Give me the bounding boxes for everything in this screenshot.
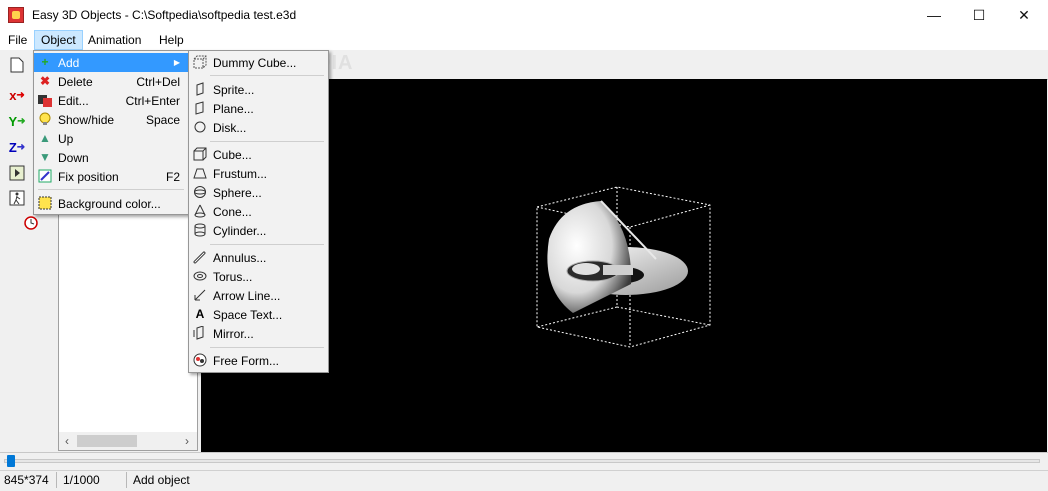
axis-z-label: Z: [8, 139, 17, 155]
background-color-icon: [38, 196, 52, 210]
axis-x-button[interactable]: x ➜: [8, 86, 26, 104]
status-separator: [56, 472, 57, 488]
menu-item-edit[interactable]: Edit... Ctrl+Enter: [34, 91, 188, 110]
frustum-icon: [193, 166, 207, 180]
submenu-item-dummy-cube[interactable]: Dummy Cube...: [189, 53, 328, 72]
submenu-item-plane[interactable]: Plane...: [189, 99, 328, 118]
menu-item-add[interactable]: + Add ▶: [34, 53, 188, 72]
left-toolbar: [0, 51, 34, 451]
timer-button[interactable]: [22, 214, 40, 232]
submenu-item-free-form[interactable]: Free Form...: [189, 351, 328, 370]
menu-item-up[interactable]: ▲ Up: [34, 129, 188, 148]
document-icon: [10, 57, 24, 73]
status-message: Add object: [133, 473, 190, 487]
submenu-item-cone[interactable]: Cone...: [189, 202, 328, 221]
menu-item-fix-position[interactable]: Fix position F2: [34, 167, 188, 186]
menu-file[interactable]: File: [2, 30, 33, 50]
timeline-slider-thumb[interactable]: [7, 455, 15, 467]
menu-separator: [38, 189, 184, 190]
edit-icon: [38, 93, 52, 107]
status-separator: [126, 472, 127, 488]
submenu-item-mirror[interactable]: Mirror...: [189, 324, 328, 343]
clock-icon: [24, 216, 38, 230]
maximize-button[interactable]: ☐: [956, 0, 1002, 30]
plane-icon: [193, 101, 207, 115]
submenu-arrow-icon: ▶: [173, 58, 180, 67]
disk-icon: [193, 120, 207, 134]
submenu-item-cylinder[interactable]: Cylinder...: [189, 221, 328, 240]
submenu-separator: [210, 141, 324, 142]
status-dimensions: 845*374: [4, 473, 49, 487]
window-title: Easy 3D Objects - C:\Softpedia\softpedia…: [32, 8, 297, 22]
menu-item-background-color[interactable]: Background color...: [34, 194, 188, 213]
app-icon: [8, 7, 24, 23]
walker-icon: [9, 190, 25, 206]
cylinder-shape: [603, 265, 633, 275]
space-text-icon: A: [195, 307, 205, 321]
submenu-separator: [210, 75, 324, 76]
minimize-button[interactable]: —: [911, 0, 957, 30]
scroll-thumb[interactable]: [77, 435, 137, 447]
menu-item-delete[interactable]: ✖ Delete Ctrl+Del: [34, 72, 188, 91]
submenu-item-frustum[interactable]: Frustum...: [189, 164, 328, 183]
delete-icon: ✖: [39, 74, 51, 88]
cone-shape: [547, 201, 632, 313]
submenu-item-sprite[interactable]: Sprite...: [189, 80, 328, 99]
scroll-right-icon[interactable]: ›: [185, 434, 189, 448]
axis-y-button[interactable]: Y ➜: [8, 112, 26, 130]
scroll-left-icon[interactable]: ‹: [65, 434, 69, 448]
arrow-up-icon: ▲: [39, 131, 51, 145]
new-document-button[interactable]: [8, 56, 26, 74]
arrow-down-icon: ▼: [39, 150, 51, 164]
torus-highlight: [572, 263, 600, 275]
play-icon: [9, 165, 25, 181]
submenu-item-sphere[interactable]: Sphere...: [189, 183, 328, 202]
play-button[interactable]: [8, 164, 26, 182]
mirror-icon: [193, 326, 207, 340]
menu-object[interactable]: Object: [34, 30, 83, 50]
fix-position-icon: [38, 169, 52, 183]
walk-button[interactable]: [8, 189, 26, 207]
close-button[interactable]: ✕: [1001, 0, 1047, 30]
submenu-item-disk[interactable]: Disk...: [189, 118, 328, 137]
submenu-item-cube[interactable]: Cube...: [189, 145, 328, 164]
menu-item-down[interactable]: ▼ Down: [34, 148, 188, 167]
axis-y-label: Y: [8, 113, 18, 129]
submenu-item-arrow-line[interactable]: Arrow Line...: [189, 286, 328, 305]
menu-item-show-hide[interactable]: Show/hide Space: [34, 110, 188, 129]
axis-z-button[interactable]: Z ➜: [8, 138, 26, 156]
submenu-item-torus[interactable]: Torus...: [189, 267, 328, 286]
submenu-item-space-text[interactable]: A Space Text...: [189, 305, 328, 324]
cube-icon: [193, 147, 207, 161]
dummy-cube-icon: [193, 55, 207, 69]
arrow-line-icon: [193, 288, 207, 302]
sprite-icon: [193, 82, 207, 96]
timeline-track[interactable]: [4, 459, 1040, 463]
menu-animation[interactable]: Animation: [82, 30, 147, 50]
tree-horizontal-scrollbar[interactable]: ‹ ›: [59, 432, 197, 450]
sphere-icon: [193, 185, 207, 199]
bulb-icon: [38, 112, 52, 126]
torus-icon: [193, 269, 207, 283]
free-form-icon: [193, 353, 207, 367]
cone-icon: [193, 204, 207, 218]
add-icon: +: [41, 55, 49, 69]
status-frame: 1/1000: [63, 473, 100, 487]
menu-help[interactable]: Help: [153, 30, 190, 50]
submenu-separator: [210, 244, 324, 245]
cylinder-icon: [193, 223, 207, 237]
axis-x-label: x: [9, 87, 17, 103]
submenu-separator: [210, 347, 324, 348]
submenu-item-annulus[interactable]: Annulus...: [189, 248, 328, 267]
annulus-icon: [193, 250, 207, 264]
